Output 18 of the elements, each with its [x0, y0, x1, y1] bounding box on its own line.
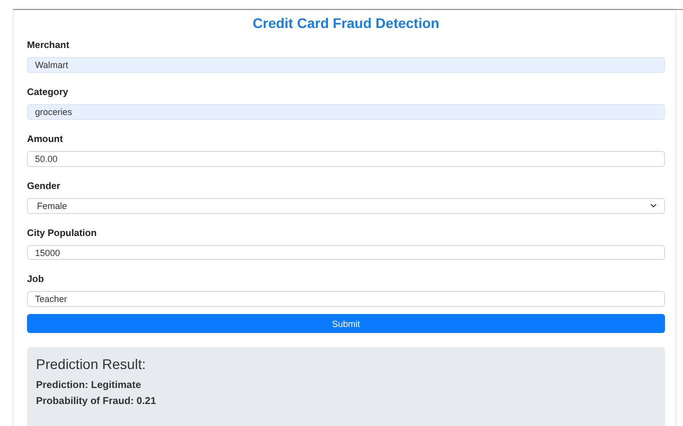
input-field[interactable]: Teacher: [27, 291, 665, 308]
field-label: Job: [27, 274, 45, 286]
field-label: Amount: [27, 134, 64, 146]
field-label: Category: [27, 86, 70, 99]
result-text: Prediction: Legitimate: [36, 379, 142, 394]
field-label: City Population: [27, 228, 98, 240]
page-title: Credit Card Fraud Detection: [252, 14, 440, 32]
submit-button[interactable]: Submit: [27, 314, 665, 334]
field-label: Gender: [27, 180, 62, 193]
result-text: Probability of Fraud: 0.21: [36, 395, 158, 410]
input-field[interactable]: 50.00: [27, 150, 665, 167]
input-field[interactable]: Walmart: [27, 57, 665, 73]
result-heading: Prediction Result:: [36, 356, 147, 372]
dropdown-field[interactable]: Female: [27, 198, 665, 214]
input-field[interactable]: groceries: [27, 104, 665, 120]
chevron-down-icon: [650, 203, 657, 208]
field-label: Merchant: [27, 40, 70, 52]
input-field[interactable]: 15000: [27, 244, 665, 260]
